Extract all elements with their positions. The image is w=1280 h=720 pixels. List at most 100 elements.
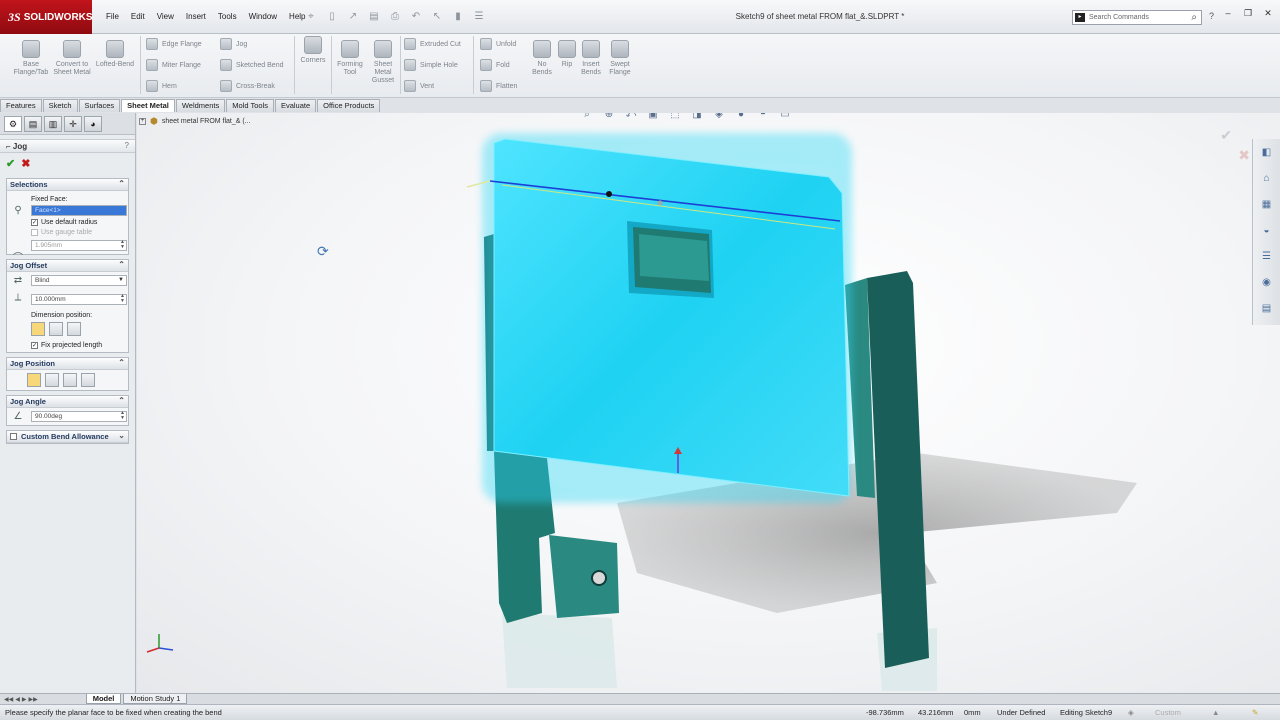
open-icon[interactable]: ↗ xyxy=(346,10,360,24)
graphics-area[interactable]: + ⬢ sheet metal FROM flat_& (... ⌕ ⊕ ⤺ ▣… xyxy=(137,113,1280,693)
end-condition-select[interactable]: Blind ▼ xyxy=(31,275,127,286)
solidworks-logo[interactable]: 3S SOLIDWORKS xyxy=(0,0,93,34)
bend-outside-button[interactable] xyxy=(81,373,95,387)
menu-insert[interactable]: Insert xyxy=(180,12,212,21)
save-icon[interactable]: ▤ xyxy=(367,10,381,24)
menu-file[interactable]: File xyxy=(100,12,125,21)
print-icon[interactable]: ⎙ xyxy=(388,10,402,24)
view-palette-icon[interactable]: ☰ xyxy=(1259,251,1275,267)
vent-button[interactable]: Vent xyxy=(404,80,434,92)
collapse-icon[interactable]: ⌃ xyxy=(118,179,125,188)
close-icon[interactable]: ✕ xyxy=(1262,8,1274,19)
help-icon[interactable]: ? xyxy=(1209,11,1214,21)
checkbox-checked[interactable]: ✓ xyxy=(31,219,38,226)
fix-projected-length-checkbox[interactable]: ✓ Fix projected length xyxy=(31,342,124,349)
property-manager-tab[interactable]: ▤ xyxy=(24,116,42,132)
prev-tab-arrow-icon[interactable]: ◀ xyxy=(15,696,20,703)
display-manager-tab[interactable]: ◕ xyxy=(84,116,102,132)
rip-button[interactable]: Rip xyxy=(557,40,577,69)
first-tab-arrow-icon[interactable]: ◀◀ xyxy=(4,696,13,703)
rebuild-status-icon[interactable]: ◈ xyxy=(1128,708,1134,717)
collapse-icon[interactable]: ⌃ xyxy=(118,358,125,367)
appearances-icon[interactable]: ◉ xyxy=(1259,277,1275,293)
use-default-radius-checkbox[interactable]: ✓ Use default radius xyxy=(31,219,124,226)
jog-angle-header[interactable]: Jog Angle ⌃ xyxy=(7,396,128,408)
edge-flange-button[interactable]: Edge Flange xyxy=(146,38,202,50)
tab-motion-study[interactable]: Motion Study 1 xyxy=(123,694,188,704)
use-gauge-table-checkbox[interactable]: Use gauge table xyxy=(31,229,124,236)
collapse-icon[interactable]: ⌃ xyxy=(118,396,125,405)
tab-weldments[interactable]: Weldments xyxy=(175,99,226,112)
file-explorer-icon[interactable]: ▦ xyxy=(1259,199,1275,215)
tab-evaluate[interactable]: Evaluate xyxy=(274,99,317,112)
hem-button[interactable]: Hem xyxy=(146,80,177,92)
jog-distance-field[interactable]: 10.000mm ▲ ▼ xyxy=(31,294,127,305)
fold-button[interactable]: Fold xyxy=(480,59,510,71)
custom-bend-checkbox[interactable] xyxy=(10,433,17,440)
unfold-button[interactable]: Unfold xyxy=(480,38,516,50)
options-icon[interactable]: ☰ xyxy=(472,10,486,24)
menu-view[interactable]: View xyxy=(151,12,180,21)
jog-button[interactable]: Jog xyxy=(220,38,247,50)
fixed-face-field[interactable]: Face<1> xyxy=(31,205,127,216)
menu-edit[interactable]: Edit xyxy=(125,12,151,21)
units-dropdown-icon[interactable]: ▲ xyxy=(1212,708,1219,717)
sketch-point[interactable] xyxy=(606,191,612,197)
inner-offset-button[interactable] xyxy=(49,322,63,336)
miter-flange-button[interactable]: Miter Flange xyxy=(146,59,201,71)
insert-bends-button[interactable]: Insert Bends xyxy=(578,40,604,77)
dropdown-arrow-icon[interactable]: ▼ xyxy=(118,277,124,283)
ok-check-icon[interactable]: ✔ xyxy=(6,157,15,170)
checkbox-unchecked[interactable] xyxy=(31,229,38,236)
collapse-icon[interactable]: ⌃ xyxy=(118,260,125,269)
cancel-x-icon[interactable]: ✖ xyxy=(21,157,30,170)
feature-manager-tab[interactable]: ⚙ xyxy=(4,116,22,132)
tooltip-icon[interactable]: ✎ xyxy=(1252,708,1258,717)
next-tab-arrow-icon[interactable]: ▶ xyxy=(22,696,27,703)
tab-surfaces[interactable]: Surfaces xyxy=(78,99,121,112)
status-units[interactable]: Custom xyxy=(1155,708,1181,717)
forming-tool-button[interactable]: Forming Tool xyxy=(334,40,366,77)
flatten-button[interactable]: Flatten xyxy=(480,80,517,92)
custom-bend-allowance-header[interactable]: Custom Bend Allowance ⌄ xyxy=(7,431,128,443)
swept-flange-button[interactable]: Swept Flange xyxy=(605,40,635,77)
design-library-icon[interactable]: ⌂ xyxy=(1259,173,1275,189)
sketch-point[interactable] xyxy=(657,200,663,206)
selections-header[interactable]: Selections ⌃ xyxy=(7,179,128,191)
corners-button[interactable]: Corners xyxy=(298,36,328,65)
sketched-bend-button[interactable]: Sketched Bend xyxy=(220,59,283,71)
jog-position-header[interactable]: Jog Position ⌃ xyxy=(7,358,128,370)
outer-offset-button[interactable] xyxy=(31,322,45,336)
search-commands-field[interactable]: ▸ Search Commands ⌕ xyxy=(1072,10,1202,25)
select-icon[interactable]: ↖ xyxy=(430,10,444,24)
restore-icon[interactable]: ❐ xyxy=(1242,8,1254,19)
solidworks-resources-icon[interactable]: ◧ xyxy=(1259,147,1275,163)
menu-tools[interactable]: Tools xyxy=(212,12,243,21)
dimxpert-tab[interactable]: ✛ xyxy=(64,116,82,132)
minimize-icon[interactable]: – xyxy=(1222,8,1234,19)
spinner-icon[interactable]: ▲ ▼ xyxy=(120,240,125,250)
new-document-icon[interactable]: ▯ xyxy=(325,10,339,24)
lofted-bend-button[interactable]: Lofted-Bend xyxy=(92,40,138,69)
search-icon[interactable]: ⌕ xyxy=(1191,12,1197,23)
configuration-manager-tab[interactable]: ▥ xyxy=(44,116,62,132)
rebuild-icon[interactable]: ▮ xyxy=(451,10,465,24)
tab-sketch[interactable]: Sketch xyxy=(42,99,78,112)
spinner-icon[interactable]: ▲ ▼ xyxy=(120,294,125,304)
tab-mold-tools[interactable]: Mold Tools xyxy=(226,99,274,112)
jog-angle-field[interactable]: 90.00deg ▲ ▼ xyxy=(31,411,127,422)
selected-face[interactable] xyxy=(493,138,850,497)
tab-model[interactable]: Model xyxy=(85,694,122,704)
pin-icon[interactable]: ⌖ xyxy=(304,10,318,24)
cross-break-button[interactable]: Cross-Break xyxy=(220,80,275,92)
material-outside-button[interactable] xyxy=(63,373,77,387)
material-inside-button[interactable] xyxy=(45,373,59,387)
menu-window[interactable]: Window xyxy=(243,12,283,21)
spinner-icon[interactable]: ▲ ▼ xyxy=(120,411,125,421)
jog-offset-header[interactable]: Jog Offset ⌃ xyxy=(7,260,128,272)
sheet-metal-model[interactable] xyxy=(137,113,1280,693)
checkbox-checked[interactable]: ✓ xyxy=(31,342,38,349)
last-tab-arrow-icon[interactable]: ▶▶ xyxy=(28,696,37,703)
simple-hole-button[interactable]: Simple Hole xyxy=(404,59,458,71)
tab-features[interactable]: Features xyxy=(0,99,42,112)
